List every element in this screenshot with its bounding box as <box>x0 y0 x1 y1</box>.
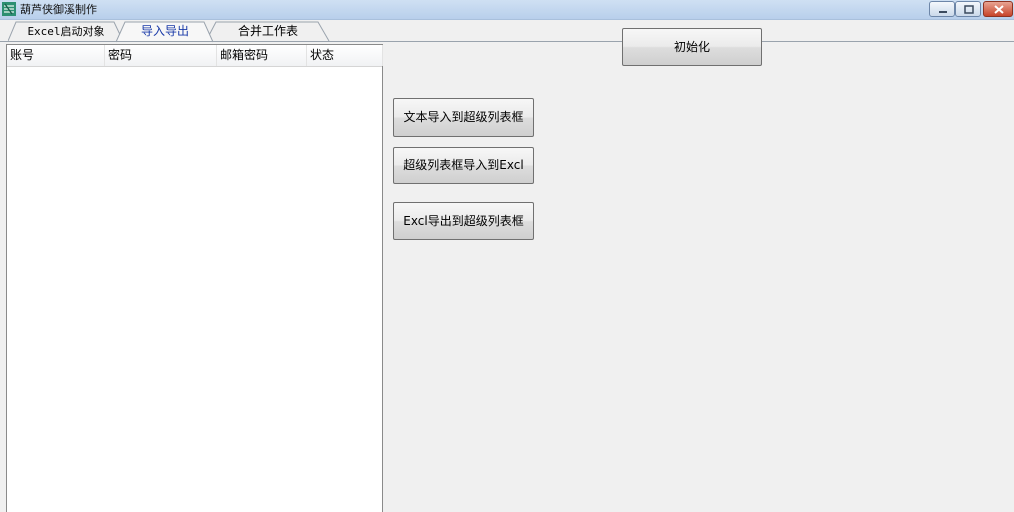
minimize-icon <box>939 11 947 13</box>
initialize-button[interactable]: 初始化 <box>622 28 762 66</box>
close-icon <box>994 5 1004 14</box>
maximize-button[interactable] <box>955 1 981 17</box>
title-bar[interactable]: 葫芦侠御溪制作 <box>0 0 1014 20</box>
column-header-status[interactable]: 状态 <box>307 45 383 66</box>
tab-label: Excel启动对象 <box>27 25 105 38</box>
super-list-box[interactable]: 账号 密码 邮箱密码 状态 <box>6 44 383 512</box>
tab-merge-sheets[interactable]: 合并工作表 <box>206 21 330 42</box>
tab-label: 合并工作表 <box>237 24 298 38</box>
list-to-excel-button[interactable]: 超级列表框导入到Excl <box>393 147 534 184</box>
tab-divider <box>0 41 1014 42</box>
tab-import-export[interactable]: 导入导出 <box>116 21 214 43</box>
text-import-button[interactable]: 文本导入到超级列表框 <box>393 98 534 137</box>
minimize-button[interactable] <box>929 1 955 17</box>
excel-to-list-button[interactable]: Excl导出到超级列表框 <box>393 202 534 240</box>
column-header-password[interactable]: 密码 <box>105 45 217 66</box>
maximize-icon <box>964 5 974 14</box>
close-button[interactable] <box>983 1 1013 17</box>
tab-label: 导入导出 <box>140 24 189 38</box>
tab-excel-launch[interactable]: Excel启动对象 <box>8 21 124 42</box>
window-title: 葫芦侠御溪制作 <box>20 3 97 16</box>
app-window: 葫芦侠御溪制作 合并工作表 Excel启动对象 导入导出 账号 密码 邮箱密码 … <box>0 0 1014 512</box>
column-header-email-password[interactable]: 邮箱密码 <box>217 45 307 66</box>
column-header-account[interactable]: 账号 <box>7 45 105 66</box>
app-icon <box>2 2 16 16</box>
list-header: 账号 密码 邮箱密码 状态 <box>7 45 383 67</box>
